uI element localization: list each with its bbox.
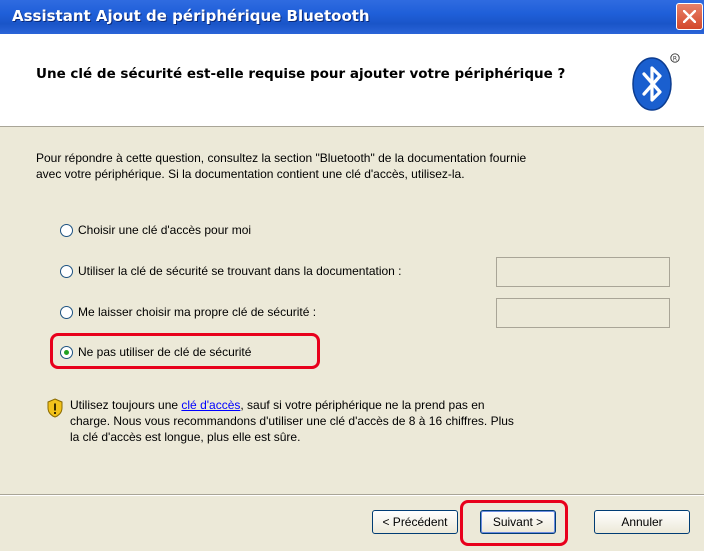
back-button[interactable]: < Précédent: [372, 510, 458, 534]
bluetooth-logo-icon: R: [632, 53, 680, 111]
option-own-key[interactable]: Me laisser choisir ma propre clé de sécu…: [60, 302, 316, 322]
option-generate-key[interactable]: Choisir une clé d'accès pour moi: [60, 220, 251, 240]
intro-line-1: Pour répondre à cette question, consulte…: [36, 151, 527, 165]
info-line-3: la clé d'accès est longue, plus elle est…: [70, 430, 301, 444]
separator: [0, 494, 704, 496]
page-title: Une clé de sécurité est-elle requise pou…: [36, 66, 566, 82]
wizard-header: Une clé de sécurité est-elle requise pou…: [0, 34, 704, 127]
title-bar[interactable]: Assistant Ajout de périphérique Bluetoot…: [0, 0, 704, 34]
intro-text: Pour répondre à cette question, consulte…: [36, 150, 676, 182]
option-label[interactable]: Utiliser la clé de sécurité se trouvant …: [78, 264, 402, 278]
option-label[interactable]: Me laisser choisir ma propre clé de sécu…: [78, 305, 316, 319]
intro-line-2: avec votre périphérique. Si la documenta…: [36, 167, 465, 181]
svg-text:R: R: [673, 56, 677, 63]
window-title: Assistant Ajout de périphérique Bluetoot…: [12, 7, 370, 25]
radio-button[interactable]: [60, 223, 73, 237]
highlight-box-option: [50, 333, 320, 369]
documentation-key-input[interactable]: [496, 257, 670, 287]
info-text-end: , sauf si votre périphérique ne la prend…: [240, 398, 485, 412]
radio-button[interactable]: [60, 264, 73, 278]
info-text: Utilisez toujours une clé d'accès, sauf …: [70, 397, 630, 445]
passkey-link[interactable]: clé d'accès: [181, 398, 240, 412]
shield-warning-icon: [47, 398, 63, 418]
close-icon: [683, 10, 696, 23]
option-label[interactable]: Choisir une clé d'accès pour moi: [78, 223, 251, 237]
radio-button[interactable]: [60, 305, 73, 319]
own-key-input[interactable]: [496, 298, 670, 328]
info-line-2: charge. Nous vous recommandons d'utilise…: [70, 414, 514, 428]
info-text-start: Utilisez toujours une: [70, 398, 182, 412]
highlight-box-next: [460, 500, 568, 546]
cancel-button[interactable]: Annuler: [594, 510, 690, 534]
option-documentation-key[interactable]: Utiliser la clé de sécurité se trouvant …: [60, 261, 402, 281]
close-button[interactable]: [676, 3, 703, 30]
wizard-window: Assistant Ajout de périphérique Bluetoot…: [0, 0, 704, 551]
